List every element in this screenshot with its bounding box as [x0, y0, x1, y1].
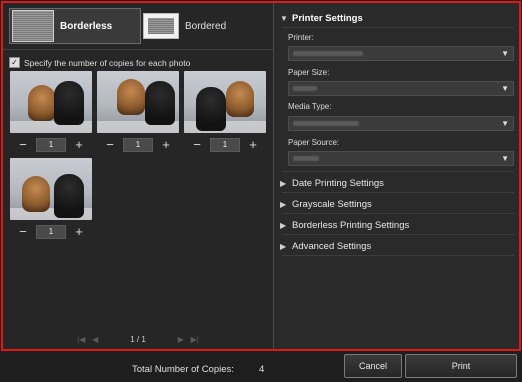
divider	[282, 192, 514, 193]
chevron-down-icon: ▼	[501, 49, 509, 58]
paper-source-dropdown[interactable]: ▼	[288, 151, 514, 166]
photo-item: − 1 +	[10, 158, 92, 240]
chevron-down-icon: ▼	[501, 119, 509, 128]
photo-item: − 1 +	[97, 71, 179, 153]
printer-label: Printer:	[288, 33, 314, 42]
copies-field[interactable]: 1	[210, 138, 240, 152]
layout-option-bordered[interactable]: Bordered	[143, 8, 263, 44]
divider	[282, 171, 514, 172]
cancel-button[interactable]: Cancel	[344, 354, 402, 378]
collapsed-triangle-icon: ▶	[280, 221, 287, 230]
expanded-triangle-icon: ▼	[280, 14, 288, 23]
photo-thumbnail[interactable]	[10, 158, 92, 220]
first-page-icon[interactable]: |◀	[74, 335, 88, 344]
paper-size-label: Paper Size:	[288, 68, 330, 77]
divider	[282, 234, 514, 235]
photo-item: − 1 +	[184, 71, 266, 153]
divider	[282, 255, 514, 256]
copies-stepper: − 1 +	[184, 138, 266, 152]
copies-field[interactable]: 1	[36, 225, 66, 239]
copies-field[interactable]: 1	[36, 138, 66, 152]
decrement-button[interactable]: −	[190, 138, 204, 152]
copies-field[interactable]: 1	[123, 138, 153, 152]
layout-label-bordered: Bordered	[185, 20, 227, 32]
photo-thumbnail[interactable]	[184, 71, 266, 133]
chevron-down-icon: ▼	[501, 84, 509, 93]
date-printing-settings-header[interactable]: ▶ Date Printing Settings	[280, 178, 384, 189]
settings-pane: ▼ Printer Settings Printer: ▼ Paper Size…	[274, 3, 519, 349]
increment-button[interactable]: +	[72, 138, 86, 152]
photo-thumbnail[interactable]	[10, 71, 92, 133]
photo-item: − 1 +	[10, 71, 92, 153]
increment-button[interactable]: +	[159, 138, 173, 152]
layout-option-borderless[interactable]: Borderless	[9, 8, 141, 44]
photo-thumbnail[interactable]	[97, 71, 179, 133]
bordered-thumbnail-icon	[143, 13, 179, 39]
grayscale-settings-header[interactable]: ▶ Grayscale Settings	[280, 199, 372, 210]
divider	[282, 27, 514, 28]
printer-dropdown[interactable]: ▼	[288, 46, 514, 61]
prev-page-icon[interactable]: ◀	[88, 335, 102, 344]
total-copies-value: 4	[259, 364, 265, 375]
decrement-button[interactable]: −	[103, 138, 117, 152]
borderless-thumbnail-icon	[12, 10, 54, 42]
layout-selector: Borderless Bordered	[3, 3, 273, 50]
photo-layout-pane: Borderless Bordered ✓ Specify the number…	[3, 3, 274, 349]
copies-per-photo-label: Specify the number of copies for each ph…	[24, 57, 191, 68]
collapsed-triangle-icon: ▶	[280, 200, 287, 209]
borderless-printing-settings-header[interactable]: ▶ Borderless Printing Settings	[280, 220, 409, 231]
last-page-icon[interactable]: ▶|	[188, 335, 202, 344]
decrement-button[interactable]: −	[16, 225, 30, 239]
increment-button[interactable]: +	[72, 225, 86, 239]
printer-settings-header[interactable]: ▼ Printer Settings	[280, 13, 363, 24]
paper-source-label: Paper Source:	[288, 138, 340, 147]
media-type-label: Media Type:	[288, 102, 332, 111]
total-copies-label: Total Number of Copies:	[132, 364, 234, 375]
copies-stepper: − 1 +	[10, 138, 92, 152]
copies-stepper: − 1 +	[97, 138, 179, 152]
increment-button[interactable]: +	[246, 138, 260, 152]
footer-bar: Total Number of Copies: 4 Cancel Print	[0, 351, 522, 382]
advanced-settings-header[interactable]: ▶ Advanced Settings	[280, 241, 371, 252]
copies-per-photo-checkbox-row[interactable]: ✓ Specify the number of copies for each …	[9, 57, 190, 68]
chevron-down-icon: ▼	[501, 154, 509, 163]
decrement-button[interactable]: −	[16, 138, 30, 152]
collapsed-triangle-icon: ▶	[280, 179, 287, 188]
page-navigator: |◀ ◀ 1 / 1 ▶ ▶|	[3, 333, 273, 345]
media-type-dropdown[interactable]: ▼	[288, 116, 514, 131]
print-settings-frame: Borderless Bordered ✓ Specify the number…	[1, 1, 521, 351]
paper-size-dropdown[interactable]: ▼	[288, 81, 514, 96]
copies-stepper: − 1 +	[10, 225, 92, 239]
page-indicator: 1 / 1	[130, 334, 146, 344]
copies-per-photo-checkbox[interactable]: ✓	[9, 57, 20, 68]
next-page-icon[interactable]: ▶	[174, 335, 188, 344]
print-button[interactable]: Print	[405, 354, 517, 378]
divider	[282, 213, 514, 214]
collapsed-triangle-icon: ▶	[280, 242, 287, 251]
layout-label-borderless: Borderless	[60, 20, 113, 32]
